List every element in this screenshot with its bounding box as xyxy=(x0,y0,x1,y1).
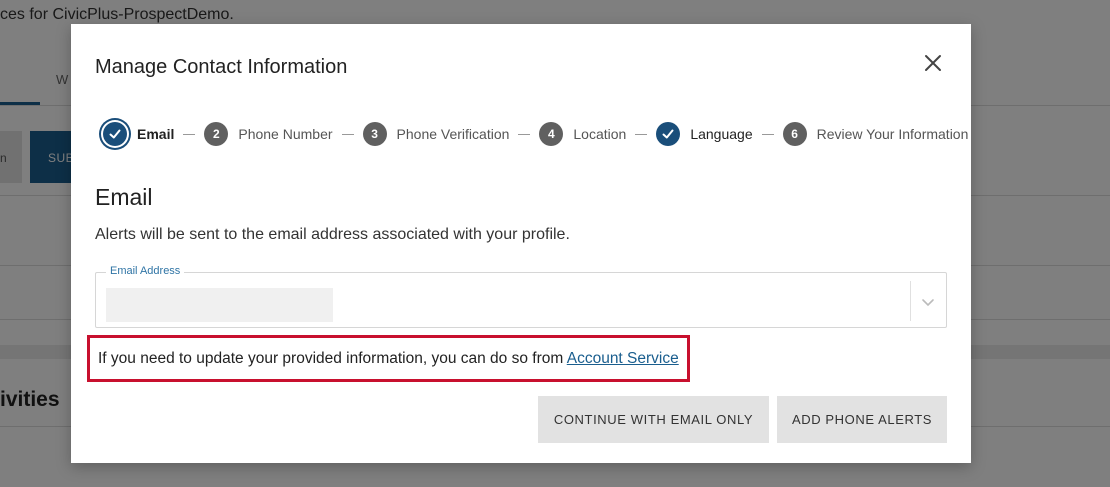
step-separator xyxy=(635,133,648,135)
step-language: Language xyxy=(656,122,753,146)
update-info-message: If you need to update your provided info… xyxy=(98,350,567,367)
chevron-down-icon[interactable] xyxy=(919,293,937,311)
step-location: 4 Location xyxy=(539,122,626,146)
step-number-badge: 4 xyxy=(539,122,564,146)
add-phone-alerts-button[interactable]: ADD PHONE ALERTS xyxy=(777,396,947,443)
section-description: Alerts will be sent to the email address… xyxy=(95,226,570,243)
step-label: Phone Number xyxy=(238,126,333,142)
step-number-badge: 3 xyxy=(362,122,387,146)
step-phone-number: 2 Phone Number xyxy=(204,122,333,146)
step-label: Review Your Information xyxy=(816,126,969,142)
progress-stepper: Email 2 Phone Number 3 Phone Verification 4 Lo… xyxy=(103,120,968,148)
step-separator xyxy=(518,133,531,135)
step-label: Email xyxy=(137,126,175,142)
step-check-badge xyxy=(103,122,127,146)
field-divider xyxy=(910,281,911,321)
continue-email-only-button[interactable]: CONTINUE WITH EMAIL ONLY xyxy=(538,396,769,443)
dialog-title: Manage Contact Information xyxy=(95,56,348,78)
email-field-label: Email Address xyxy=(106,265,185,277)
step-review-your-information: 6 Review Your Information xyxy=(782,122,969,146)
manage-contact-dialog: Manage Contact Information Email 2 Phone N… xyxy=(71,24,971,463)
email-address-field: Email Address xyxy=(95,265,947,328)
step-label: Language xyxy=(690,126,753,142)
section-title: Email xyxy=(95,184,153,210)
step-check-badge xyxy=(656,122,681,146)
step-separator xyxy=(183,133,196,135)
checkmark-icon xyxy=(662,129,674,139)
step-label: Location xyxy=(573,126,627,142)
step-number-badge: 2 xyxy=(204,122,229,146)
update-info-text: If you need to update your provided info… xyxy=(98,350,679,368)
update-info-highlight: If you need to update your provided info… xyxy=(87,335,690,382)
step-number-badge: 6 xyxy=(782,122,807,146)
step-email: Email xyxy=(103,122,174,146)
step-separator xyxy=(761,133,774,135)
checkmark-icon xyxy=(109,129,121,139)
close-icon xyxy=(925,55,941,71)
step-separator xyxy=(341,133,354,135)
email-input[interactable] xyxy=(106,288,333,322)
step-phone-verification: 3 Phone Verification xyxy=(362,122,510,146)
step-label: Phone Verification xyxy=(396,126,510,142)
account-service-link[interactable]: Account Service xyxy=(567,350,679,367)
close-button[interactable] xyxy=(918,48,948,78)
